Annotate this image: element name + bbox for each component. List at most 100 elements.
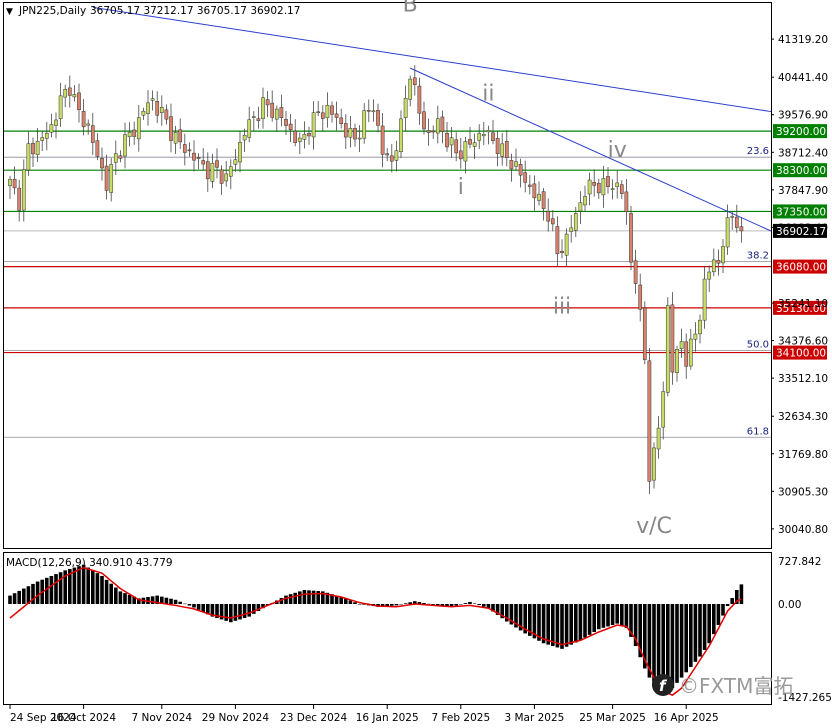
candle-body <box>638 284 643 310</box>
candle-body <box>353 128 357 140</box>
candle-body <box>426 130 431 133</box>
macd-histogram-bar <box>224 603 228 621</box>
candle-body <box>35 140 40 155</box>
candle-body <box>251 116 256 118</box>
macd-histogram-bar <box>721 603 725 616</box>
candle-body <box>408 78 413 100</box>
wave-label: v/C <box>636 514 672 539</box>
macd-histogram-bar <box>574 603 578 643</box>
macd-histogram-bar <box>597 603 601 630</box>
price-chart[interactable]: 39200.0038300.0037350.0036080.0035130.00… <box>0 0 832 728</box>
level-price-label: 38300.00 <box>776 165 826 177</box>
macd-histogram-bar <box>123 593 127 604</box>
candle-body <box>698 319 702 335</box>
macd-histogram-bar <box>551 603 555 647</box>
macd-histogram-bar <box>578 603 583 641</box>
candle-body <box>693 333 698 340</box>
macd-histogram-bar <box>229 603 233 623</box>
candle-body <box>261 97 265 119</box>
macd-histogram-bar <box>403 603 408 604</box>
candle-body <box>555 226 560 254</box>
candle-body <box>362 110 367 139</box>
x-tick-label: 16 Apr 2025 <box>654 712 719 724</box>
y-tick-label: 38712.40 <box>778 147 828 159</box>
candle-body <box>702 278 707 321</box>
candle-body <box>596 182 601 194</box>
candle-body <box>468 139 472 145</box>
macd-histogram-bar <box>242 603 247 619</box>
macd-histogram-bar <box>169 598 173 604</box>
candle-body <box>164 109 169 120</box>
macd-histogram-bar <box>684 603 688 673</box>
macd-histogram-bar <box>307 590 311 604</box>
candle-body <box>403 98 408 118</box>
x-tick-label: 16 Jan 2025 <box>356 712 419 724</box>
macd-histogram-bar <box>233 603 238 621</box>
wave-label: iii <box>553 294 571 319</box>
candle-body <box>219 169 224 184</box>
macd-histogram-bar <box>54 574 58 604</box>
macd-histogram-bar <box>620 603 624 626</box>
macd-histogram-bar <box>104 579 109 604</box>
candle-body <box>445 133 449 148</box>
candle-body <box>486 130 491 133</box>
macd-histogram-bar <box>311 590 316 604</box>
candle-body <box>380 125 385 155</box>
main-panel-frame <box>3 2 772 549</box>
candle-body <box>647 360 652 482</box>
macd-histogram-bar <box>725 603 730 607</box>
candle-body <box>54 119 58 126</box>
candle-body <box>256 118 261 121</box>
candle-body <box>178 129 183 143</box>
candle-body <box>132 129 137 137</box>
fib-label: 38.2 <box>747 250 769 261</box>
candle-body <box>63 88 68 98</box>
macd-histogram-bar <box>45 577 49 604</box>
macd-histogram-bar <box>95 573 100 604</box>
candle-body <box>399 118 403 153</box>
candle-body <box>127 132 132 138</box>
candle-body <box>141 110 146 116</box>
candle-body <box>109 164 114 193</box>
candle-body <box>385 153 390 156</box>
candle-body <box>500 143 505 157</box>
candle-body <box>371 110 376 113</box>
candle-body <box>619 184 624 194</box>
candle-body <box>624 191 629 213</box>
x-tick-label: 23 Dec 2024 <box>280 712 347 724</box>
candle-body <box>546 210 551 222</box>
candle-body <box>72 94 77 98</box>
candle-body <box>412 77 417 85</box>
candle-body <box>284 119 288 126</box>
candle-body <box>215 160 219 168</box>
macd-histogram-bar <box>348 600 353 604</box>
candle-body <box>182 144 187 153</box>
macd-histogram-bar <box>109 583 113 604</box>
candle-body <box>389 155 394 162</box>
candle-body <box>449 137 454 146</box>
y-tick-label: 30040.80 <box>778 524 828 536</box>
x-tick-label: 25 Mar 2025 <box>579 712 646 724</box>
macd-histogram-bar <box>698 603 702 657</box>
candle-body <box>569 227 574 232</box>
candle-body <box>348 128 353 138</box>
menu-arrow-icon[interactable]: ▼ <box>6 7 13 17</box>
macd-histogram-bar <box>357 603 362 605</box>
y-tick-label: 32634.30 <box>778 411 828 423</box>
y-tick-label: 34376.60 <box>778 336 828 348</box>
macd-histogram-bar <box>86 567 90 604</box>
x-tick-label: 16 Oct 2024 <box>51 712 116 724</box>
macd-histogram-bar <box>615 603 619 624</box>
candle-body <box>573 213 578 231</box>
candle-body <box>454 139 459 154</box>
macd-histogram-bar <box>91 570 95 604</box>
macd-histogram-bar <box>610 603 615 626</box>
price-axis: 41319.20 40441.40 39576.90 38712.40 37847.90… <box>771 34 828 536</box>
candle-body <box>422 111 426 130</box>
y-tick-label: 31769.80 <box>778 449 828 461</box>
fxtm-watermark-text: ©FXTM富拓 <box>679 674 793 698</box>
macd-histogram-bar <box>302 589 307 604</box>
candle-body <box>472 142 477 147</box>
macd-histogram-bar <box>624 603 629 628</box>
candle-body <box>339 117 344 124</box>
